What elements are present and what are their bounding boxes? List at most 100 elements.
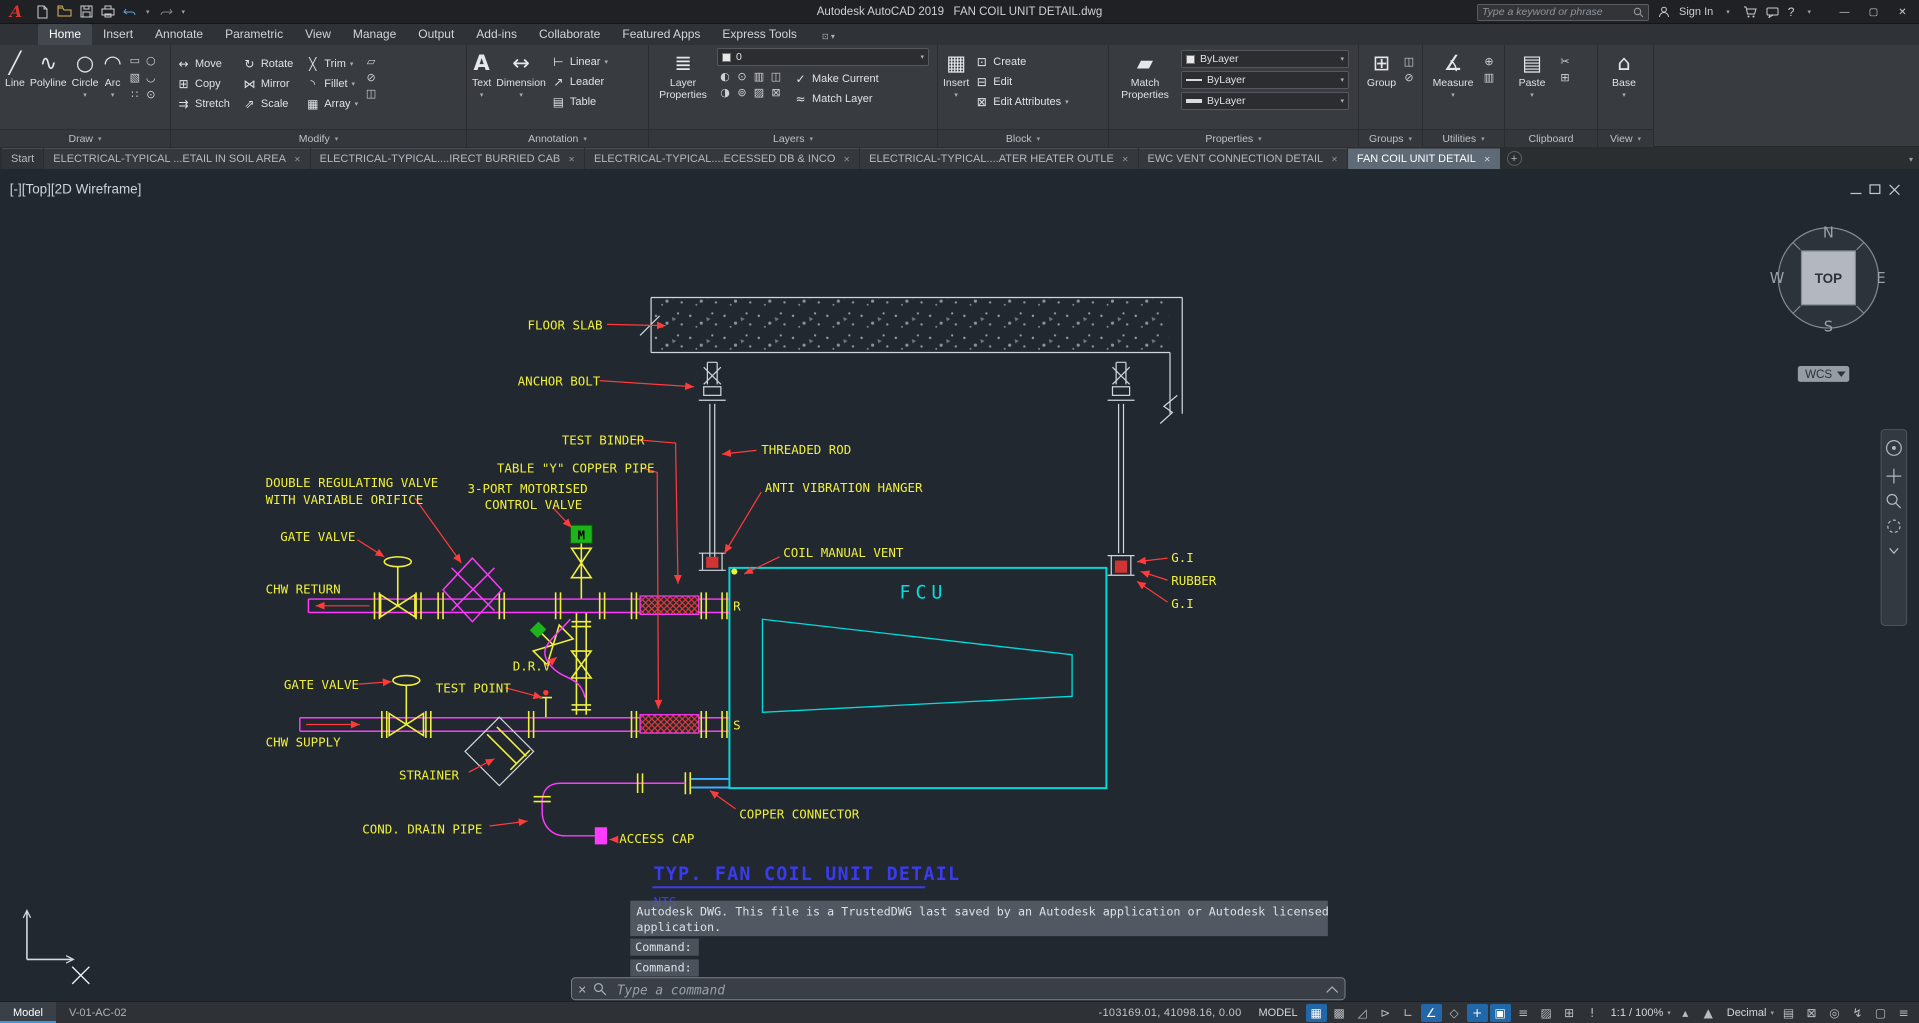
tab-close-icon[interactable]: ✕ (1484, 155, 1491, 164)
insert-button[interactable]: ▦ Insert ▾ (943, 48, 969, 99)
transparency-toggle[interactable]: ▨ (1536, 1004, 1557, 1022)
ortho-toggle[interactable]: ∟ (1398, 1004, 1419, 1022)
infer-constraints-toggle[interactable]: ◿ (1352, 1004, 1373, 1022)
help-search-input[interactable]: Type a keyword or phrase (1477, 3, 1650, 21)
panel-layers-footer[interactable]: Layers ▾ (649, 129, 937, 147)
stay-connected-icon[interactable] (1766, 7, 1779, 18)
tab-express-tools[interactable]: Express Tools (711, 24, 807, 45)
quick-properties-toggle[interactable]: ▤ (1778, 1004, 1799, 1022)
customization-menu-button[interactable]: ≡ (1893, 1004, 1914, 1022)
match-layer-button[interactable]: ≈ Match Layer (793, 89, 879, 108)
ungroup-icon[interactable]: ◫ (1401, 55, 1417, 68)
minimize-button[interactable]: — (1830, 0, 1859, 24)
edit-attributes-button[interactable]: ⊠ Edit Attributes ▾ (974, 92, 1069, 111)
layer-lock-icon[interactable]: ▥ (751, 70, 767, 86)
search-icon[interactable] (1633, 7, 1644, 18)
wcs-label[interactable]: WCS (1805, 368, 1832, 381)
tab-add-ins[interactable]: Add-ins (465, 24, 528, 45)
tab-manage[interactable]: Manage (342, 24, 407, 45)
graphics-performance-toggle[interactable]: ↯ (1847, 1004, 1868, 1022)
tab-close-icon[interactable]: ✕ (568, 155, 575, 164)
ribbon-collapse-button[interactable]: ⊡ ▾ (816, 28, 841, 45)
tab-overflow-icon[interactable]: ▾ (1909, 155, 1913, 164)
rotate-button[interactable]: ↻ Rotate (242, 54, 293, 73)
tab-close-icon[interactable]: ✕ (294, 155, 301, 164)
rectangle-icon[interactable]: ▭ (127, 54, 143, 71)
point-icon[interactable]: ∷ (127, 88, 143, 105)
tab-close-icon[interactable]: ✕ (843, 155, 850, 164)
scale-button[interactable]: ⇗ Scale (242, 94, 293, 113)
tab-close-icon[interactable]: ✕ (1122, 155, 1129, 164)
file-tab-start[interactable]: Start (2, 148, 44, 169)
panel-draw-footer[interactable]: Draw ▾ (0, 129, 170, 147)
scale-dropdown-icon[interactable]: ▾ (1667, 1009, 1671, 1017)
layer-thaw-icon[interactable]: ⊚ (734, 86, 750, 102)
layer-freeze-icon[interactable]: ⊙ (734, 70, 750, 86)
polar-tracking-toggle[interactable]: ∠ (1420, 1003, 1442, 1022)
tab-home[interactable]: Home (38, 24, 93, 45)
command-input-placeholder[interactable]: Type a command (617, 983, 725, 998)
panel-groups-footer[interactable]: Groups ▾ (1359, 129, 1422, 147)
layer-unisolate-icon[interactable]: ⊠ (768, 86, 784, 102)
selection-cycling-toggle[interactable]: ⊞ (1559, 1004, 1580, 1022)
command-input[interactable]: ✕ Type a command (571, 977, 1346, 1001)
explode-icon[interactable]: ⊘ (363, 71, 379, 84)
arc-button[interactable]: ◠ Arc ▾ (103, 48, 121, 99)
circle-button[interactable]: ○ Circle ▾ (72, 48, 99, 99)
grid-toggle[interactable]: ▦ (1305, 1003, 1327, 1022)
restore-button[interactable]: ▢ (1859, 0, 1888, 24)
viewcube-south[interactable]: S (1824, 319, 1833, 336)
annotation-scale-button[interactable]: 1:1 / 100% (1604, 1002, 1671, 1023)
viewport-window-buttons[interactable] (1850, 184, 1900, 196)
undo-icon[interactable] (120, 3, 140, 21)
quick-calc-icon[interactable]: ▥ (1481, 71, 1497, 84)
group-edit-icon[interactable]: ⊘ (1401, 71, 1417, 84)
hatch-icon[interactable]: ▧ (127, 71, 143, 88)
tab-annotate[interactable]: Annotate (144, 24, 214, 45)
command-customize-icon[interactable]: ✕ (578, 984, 587, 997)
offset-icon[interactable]: ◫ (363, 87, 379, 100)
measure-button[interactable]: ∡ Measure ▾ (1428, 48, 1478, 99)
linear-button[interactable]: ⊢ Linear ▾ (551, 52, 608, 71)
clean-screen-toggle[interactable]: ▢ (1870, 1004, 1891, 1022)
file-tab-ewc-vent[interactable]: EWC VENT CONNECTION DETAIL ✕ (1138, 148, 1347, 169)
layer-combo-dropdown-icon[interactable]: ▾ (920, 53, 924, 61)
layer-properties-button[interactable]: ≣ Layer Properties (654, 48, 712, 101)
move-button[interactable]: ↔ Move (176, 54, 230, 73)
viewport-controls[interactable]: [-][Top][2D Wireframe] (10, 181, 142, 196)
make-current-button[interactable]: ✓ Make Current (793, 69, 878, 88)
table-button[interactable]: ▤ Table (551, 92, 608, 111)
match-properties-button[interactable]: ▰ Match Properties (1114, 48, 1176, 101)
annotation-visibility-toggle[interactable]: ▴ (1675, 1004, 1696, 1022)
viewcube-face-label[interactable]: TOP (1815, 271, 1842, 286)
viewcube[interactable]: N W E S TOP WCS (1770, 225, 1886, 382)
plot-icon[interactable] (98, 3, 118, 21)
paste-button[interactable]: ▤ Paste ▾ (1510, 48, 1554, 99)
tab-parametric[interactable]: Parametric (214, 24, 294, 45)
open-file-icon[interactable] (54, 3, 74, 21)
group-button[interactable]: ⊞ Group (1364, 48, 1399, 90)
lineweight-toggle[interactable]: ≡ (1513, 1004, 1534, 1022)
file-tab-electrical-soil-area[interactable]: ELECTRICAL-TYPICAL ...ETAIL IN SOIL AREA… (44, 148, 310, 169)
close-button[interactable]: ✕ (1888, 0, 1917, 24)
ellipse-icon[interactable]: ○ (143, 54, 159, 71)
navigation-bar[interactable] (1880, 429, 1908, 626)
base-button[interactable]: ⌂ Base ▾ (1603, 48, 1645, 99)
panel-modify-footer[interactable]: Modify ▾ (171, 129, 466, 147)
help-icon[interactable]: ? (1788, 5, 1795, 19)
array-button[interactable]: ▦ Array ▾ (305, 94, 358, 113)
annotation-autoscale-toggle[interactable]: ▲ (1698, 1004, 1719, 1022)
dimension-button[interactable]: ↔ Dimension ▾ (496, 48, 546, 99)
viewport-close-icon[interactable] (1889, 184, 1900, 196)
mirror-button[interactable]: ⋈ Mirror (242, 74, 293, 93)
erase-icon[interactable]: ▱ (363, 55, 379, 68)
viewcube-west[interactable]: W (1770, 270, 1785, 287)
tab-output[interactable]: Output (407, 24, 465, 45)
file-tab-electrical-burried-cab[interactable]: ELECTRICAL-TYPICAL....IRECT BURRIED CAB ✕ (310, 148, 584, 169)
object-snap-tracking-toggle[interactable]: + (1466, 1003, 1488, 1022)
isolate-objects-toggle[interactable]: ◎ (1824, 1004, 1845, 1022)
tab-collaborate[interactable]: Collaborate (528, 24, 611, 45)
polyline-button[interactable]: ∿ Polyline (30, 48, 67, 90)
help-dropdown-icon[interactable]: ▾ (1803, 8, 1815, 16)
qat-customize-icon[interactable]: ▾ (178, 8, 190, 16)
